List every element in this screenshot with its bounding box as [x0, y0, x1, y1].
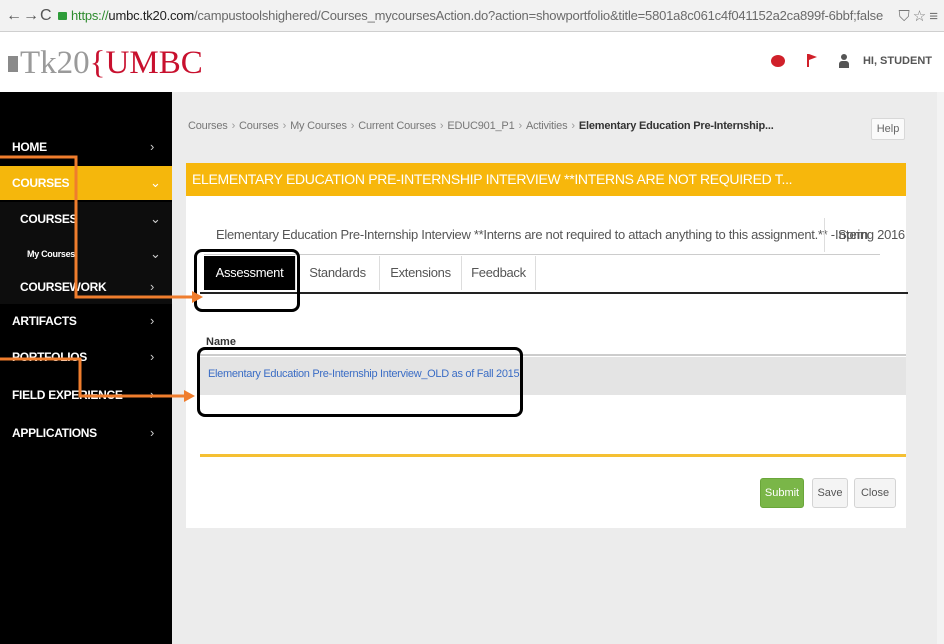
sidebar-item-courses[interactable]: COURSES ⌄ [0, 166, 172, 200]
close-button[interactable]: Close [854, 478, 896, 508]
sidebar-item-label: ARTIFACTS [12, 314, 77, 328]
address-bar[interactable]: https://umbc.tk20.com/campustoolshighere… [58, 6, 883, 26]
breadcrumb-separator: › [518, 120, 523, 132]
breadcrumb-link[interactable]: Current Courses [358, 120, 436, 132]
chevron-right-icon: › [150, 279, 155, 294]
sidebar-item-applications[interactable]: APPLICATIONS › [0, 416, 172, 450]
browser-icons: ⛉ ☆ ≡ [896, 7, 938, 25]
breadcrumb-link[interactable]: My Courses [290, 120, 347, 132]
chevron-right-icon: › [150, 425, 155, 440]
sidebar-item-label: My Courses [27, 249, 76, 259]
help-button[interactable]: Help [871, 118, 905, 140]
chevron-down-icon: ⌄ [150, 246, 161, 261]
chat-bubble-icon[interactable] [770, 54, 785, 67]
browser-toolbar: ← → C https://umbc.tk20.com/campustoolsh… [0, 0, 944, 32]
assessment-tabs: Assessment Standards Extensions Feedback [200, 256, 908, 294]
logo-brace: { [89, 45, 106, 81]
submit-button[interactable]: Submit [760, 478, 804, 508]
tab-standards[interactable]: Standards [296, 256, 380, 290]
tk20-umbc-logo[interactable]: Tk20{UMBC [8, 46, 203, 80]
sidebar-item-home[interactable]: HOME › [0, 130, 172, 164]
breadcrumb-link[interactable]: Courses [239, 120, 279, 132]
page-title: ELEMENTARY EDUCATION PRE-INTERNSHIP INTE… [186, 163, 906, 196]
logo-tk20: Tk20 [20, 45, 90, 81]
sidebar-item-label: APPLICATIONS [12, 426, 97, 440]
sidebar-nav: HOME › COURSES ⌄ COURSES ⌄ My Courses ⌄ … [0, 92, 172, 644]
breadcrumb-separator: › [350, 120, 355, 132]
breadcrumb-separator: › [439, 120, 444, 132]
divider [200, 454, 906, 457]
user-icon[interactable] [838, 53, 850, 68]
sidebar-item-label: COURSEWORK [20, 280, 107, 294]
breadcrumb-current: Elementary Education Pre-Internship... [578, 120, 774, 132]
sidebar-subitem-my-courses[interactable]: My Courses ⌄ [0, 238, 172, 270]
chevron-right-icon: › [150, 139, 155, 154]
chevron-right-icon: › [150, 313, 155, 328]
sidebar-item-label: HOME [12, 140, 47, 154]
chevron-down-icon: ⌄ [150, 175, 161, 190]
breadcrumb: Courses › Courses › My Courses › Current Cours… [188, 120, 774, 132]
url-path: /campustoolshighered/Courses_mycoursesAc… [193, 8, 883, 23]
lock-icon [58, 12, 67, 20]
chevron-right-icon: › [150, 349, 155, 364]
portfolio-tab-assignment[interactable]: Elementary Education Pre-Internship Inte… [216, 218, 905, 252]
bookmark-star-icon[interactable]: ☆ [913, 8, 926, 25]
back-icon[interactable]: ← [6, 7, 22, 25]
url-host: umbc.tk20.com [108, 8, 194, 23]
user-greeting[interactable]: HI, STUDENT [863, 55, 932, 67]
chevron-down-icon: ⌄ [150, 211, 161, 226]
sidebar-subitem-coursework[interactable]: COURSEWORK › [0, 270, 172, 304]
highlight-box-assessment-link [197, 347, 523, 417]
highlight-box-assessment [194, 249, 300, 312]
logo-umbc: UMBC [105, 45, 203, 81]
tab-extensions[interactable]: Extensions [380, 256, 462, 290]
reload-icon[interactable]: C [40, 7, 52, 25]
shield-icon[interactable]: ⛉ [899, 8, 910, 25]
chevron-right-icon: › [150, 387, 155, 402]
sidebar-item-label: FIELD EXPERIENCE [12, 388, 123, 402]
scrollbar[interactable] [937, 92, 944, 644]
menu-icon[interactable]: ≡ [929, 8, 938, 25]
app-header: Tk20{UMBC HI, STUDENT [0, 32, 944, 92]
forward-icon[interactable]: → [23, 7, 39, 25]
tab-feedback[interactable]: Feedback [462, 256, 536, 290]
sidebar-item-field-experience[interactable]: FIELD EXPERIENCE › [0, 378, 172, 412]
breadcrumb-separator: › [282, 120, 287, 132]
breadcrumb-separator: › [231, 120, 236, 132]
header-actions: HI, STUDENT [770, 52, 932, 76]
breadcrumb-link[interactable]: Courses [188, 120, 228, 132]
url-scheme: https:// [71, 8, 109, 23]
sidebar-item-label: PORTFOLIOS [12, 350, 88, 364]
save-button[interactable]: Save [812, 478, 848, 508]
breadcrumb-separator: › [571, 120, 575, 132]
breadcrumb-link[interactable]: Activities [526, 120, 568, 132]
portfolio-tab-intern[interactable]: Intern [824, 218, 880, 252]
portfolio-tabs: Elementary Education Pre-Internship Inte… [204, 218, 905, 255]
sidebar-item-portfolios[interactable]: PORTFOLIOS › [0, 340, 172, 374]
sidebar-subitem-courses[interactable]: COURSES ⌄ [0, 202, 172, 238]
sidebar-item-label: COURSES [20, 212, 78, 226]
flag-icon[interactable] [807, 54, 818, 68]
sidebar-item-artifacts[interactable]: ARTIFACTS › [0, 304, 172, 338]
breadcrumb-link[interactable]: EDUC901_P1 [447, 120, 514, 132]
sidebar-item-label: COURSES [12, 176, 70, 190]
logo-mark-icon [8, 56, 18, 72]
